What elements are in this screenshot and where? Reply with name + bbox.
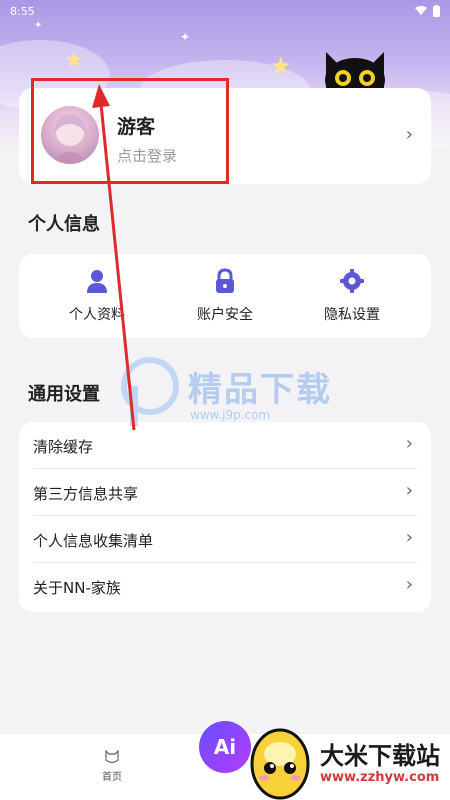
status-time: 8:55 [10,4,35,18]
battery-icon [433,5,440,17]
brand-url: www.zzhyw.com [320,770,440,785]
info-item-label: 个人资料 [69,307,125,323]
status-icons [415,5,440,17]
watermark-logo-icon [121,357,179,426]
section-title-personal-info: 个人信息 [28,214,100,235]
settings-row-info-collection-list[interactable]: 个人信息收集清单 › [19,516,431,563]
sparkle-icon: ✦ [180,30,191,44]
tab-home-label: 首页 [102,772,122,783]
privacy-settings-item[interactable]: 隐私设置 [307,268,397,324]
user-icon [87,270,107,293]
info-item-label: 账户安全 [197,307,253,323]
star-icon: ★ [270,52,292,80]
settings-row-label: 关于NN-家族 [33,579,121,597]
home-cat-icon [105,750,119,764]
personal-info-card: 个人资料 账户安全 隐私设置 [19,254,431,338]
lock-icon [216,268,234,293]
brand-mascot-icon [250,728,310,800]
settings-row-label: 清除缓存 [33,438,94,456]
annotation-highlight-box [31,78,229,184]
settings-row-third-party-sharing[interactable]: 第三方信息共享 › [19,469,431,516]
settings-row-label: 第三方信息共享 [33,485,139,503]
chevron-right-icon: › [405,124,413,145]
account-security-item[interactable]: 账户安全 [180,268,270,324]
watermark-url: www.j9p.com [190,408,271,422]
star-icon: ★ [64,48,84,73]
chevron-right-icon: › [405,574,413,595]
wifi-icon [415,6,427,15]
chevron-right-icon: › [405,433,413,454]
status-bar: 8:55 [0,0,450,22]
general-settings-card: 清除缓存 › 第三方信息共享 › 个人信息收集清单 › 关于NN-家族 › [19,422,431,612]
gear-icon [340,269,364,293]
tab-home[interactable]: 首页 [84,750,140,783]
ai-button-label: Ai [213,735,237,759]
section-title-general-settings: 通用设置 [28,384,100,405]
chevron-right-icon: › [405,480,413,501]
info-item-label: 隐私设置 [324,307,380,323]
personal-profile-item[interactable]: 个人资料 [52,268,142,324]
watermark-title: 精品下载 [188,370,332,410]
ai-assistant-button[interactable]: Ai [199,721,251,773]
settings-row-label: 个人信息收集清单 [33,532,154,550]
chevron-right-icon: › [405,527,413,548]
settings-row-about[interactable]: 关于NN-家族 › [19,563,431,610]
brand-title: 大米下载站 [320,742,440,770]
watermark-overlay: 精品下载 www.j9p.com [120,356,360,432]
